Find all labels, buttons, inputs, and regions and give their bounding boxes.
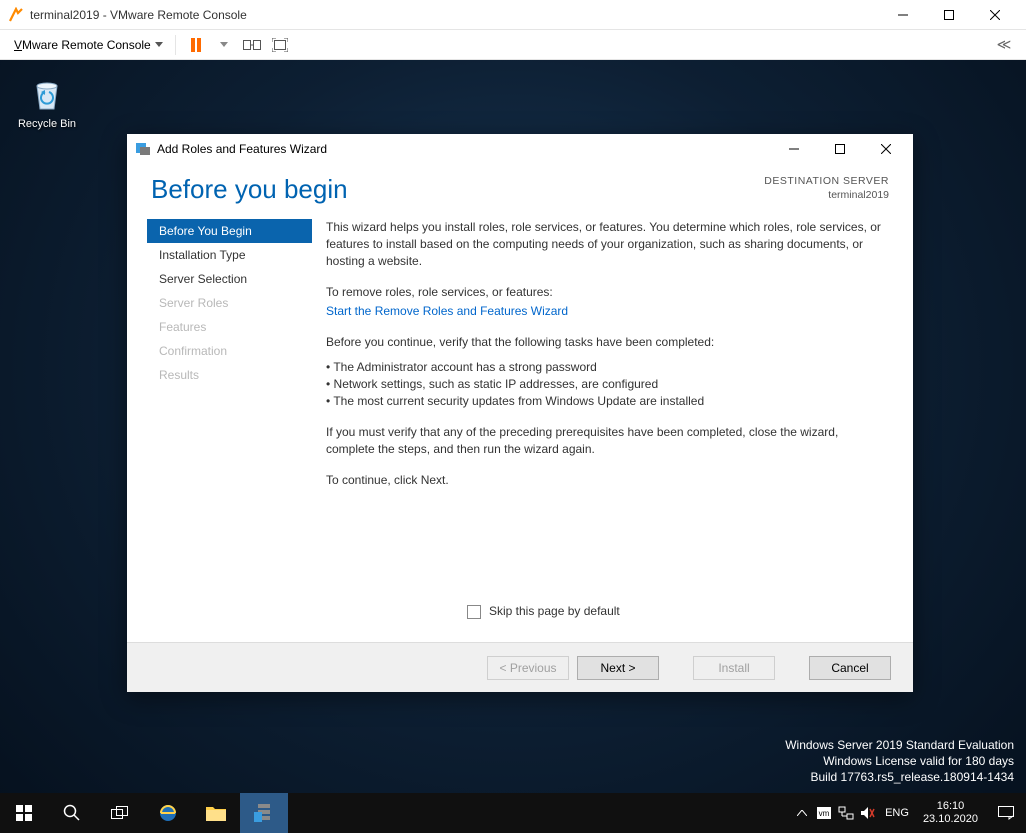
- nav-server-selection[interactable]: Server Selection: [147, 267, 312, 291]
- vmware-toolbar: VMware Remote Console ≪: [0, 30, 1026, 60]
- server-manager-icon: [135, 141, 151, 157]
- pause-vm-button[interactable]: [185, 34, 207, 56]
- taskbar-server-manager[interactable]: [240, 793, 288, 833]
- close-paragraph: If you must verify that any of the prece…: [326, 424, 887, 458]
- window-title: terminal2019 - VMware Remote Console: [30, 8, 880, 22]
- bullet-item: The most current security updates from W…: [326, 393, 887, 410]
- recycle-bin-label: Recycle Bin: [12, 118, 82, 130]
- svg-text:vm: vm: [819, 809, 830, 818]
- watermark-line: Windows License valid for 180 days: [785, 753, 1014, 769]
- watermark-line: Build 17763.rs5_release.180914-1434: [785, 769, 1014, 785]
- skip-row[interactable]: Skip this page by default: [467, 603, 620, 620]
- tray-date: 23.10.2020: [923, 813, 978, 826]
- wizard-minimize-button[interactable]: [771, 134, 817, 164]
- bullet-item: The Administrator account has a strong p…: [326, 359, 887, 376]
- nav-features: Features: [147, 315, 312, 339]
- minimize-button[interactable]: [880, 0, 926, 30]
- desktop-watermark: Windows Server 2019 Standard Evaluation …: [785, 737, 1014, 785]
- start-button[interactable]: [0, 793, 48, 833]
- skip-label: Skip this page by default: [489, 603, 620, 620]
- verify-paragraph: Before you continue, verify that the fol…: [326, 334, 887, 351]
- vmrc-menu[interactable]: VMware Remote Console: [8, 35, 169, 55]
- recycle-bin[interactable]: Recycle Bin: [12, 74, 82, 130]
- wizard-close-button[interactable]: [863, 134, 909, 164]
- nav-confirmation: Confirmation: [147, 339, 312, 363]
- cancel-button[interactable]: Cancel: [809, 656, 891, 680]
- wizard-footer: < Previous Next > Install Cancel: [127, 642, 913, 692]
- wizard-content: This wizard helps you install roles, rol…: [312, 219, 913, 642]
- destination-server-name: terminal2019: [764, 188, 889, 202]
- fullscreen-button[interactable]: [269, 34, 291, 56]
- close-button[interactable]: [972, 0, 1018, 30]
- vmware-app-icon: [8, 7, 24, 23]
- tray-vmtools-icon[interactable]: vm: [813, 793, 835, 833]
- wizard-header: Before you begin DESTINATION SERVER term…: [127, 164, 913, 213]
- tray-clock[interactable]: 16:10 23.10.2020: [915, 800, 986, 826]
- continue-paragraph: To continue, click Next.: [326, 472, 887, 489]
- recycle-bin-icon: [27, 74, 67, 114]
- guest-desktop[interactable]: Recycle Bin Windows Server 2019 Standard…: [0, 60, 1026, 833]
- window-controls: [880, 0, 1018, 30]
- watermark-line: Windows Server 2019 Standard Evaluation: [785, 737, 1014, 753]
- previous-button: < Previous: [487, 656, 569, 680]
- wizard-window: Add Roles and Features Wizard Before you…: [127, 134, 913, 692]
- taskbar: vm ENG 16:10 23.10.2020: [0, 793, 1026, 833]
- tray-language[interactable]: ENG: [879, 807, 915, 819]
- remove-paragraph: To remove roles, role services, or featu…: [326, 284, 887, 301]
- wizard-maximize-button[interactable]: [817, 134, 863, 164]
- intro-paragraph: This wizard helps you install roles, rol…: [326, 219, 887, 270]
- tray-network-icon[interactable]: [835, 793, 857, 833]
- taskbar-explorer[interactable]: [192, 793, 240, 833]
- send-cad-button[interactable]: [241, 34, 263, 56]
- tray-time: 16:10: [923, 800, 978, 813]
- tray-action-center[interactable]: [986, 806, 1026, 820]
- nav-server-roles: Server Roles: [147, 291, 312, 315]
- taskbar-ie[interactable]: [144, 793, 192, 833]
- destination-server-label: DESTINATION SERVER: [764, 174, 889, 188]
- wizard-nav: Before You Begin Installation Type Serve…: [127, 219, 312, 642]
- nav-before-you-begin[interactable]: Before You Begin: [147, 219, 312, 243]
- install-button: Install: [693, 656, 775, 680]
- maximize-button[interactable]: [926, 0, 972, 30]
- pause-dropdown[interactable]: [213, 34, 235, 56]
- vmware-titlebar: terminal2019 - VMware Remote Console: [0, 0, 1026, 30]
- bullet-item: Network settings, such as static IP addr…: [326, 376, 887, 393]
- wizard-titlebar[interactable]: Add Roles and Features Wizard: [127, 134, 913, 164]
- remove-wizard-link[interactable]: Start the Remove Roles and Features Wiza…: [326, 304, 568, 318]
- tray-volume-icon[interactable]: [857, 793, 879, 833]
- wizard-heading: Before you begin: [151, 174, 764, 205]
- wizard-title: Add Roles and Features Wizard: [157, 142, 771, 156]
- task-view-button[interactable]: [96, 793, 144, 833]
- nav-installation-type[interactable]: Installation Type: [147, 243, 312, 267]
- skip-checkbox[interactable]: [467, 605, 481, 619]
- next-button[interactable]: Next >: [577, 656, 659, 680]
- pin-button[interactable]: ≪: [993, 34, 1015, 56]
- tray-up-icon[interactable]: [791, 793, 813, 833]
- search-button[interactable]: [48, 793, 96, 833]
- nav-results: Results: [147, 363, 312, 387]
- system-tray: vm ENG 16:10 23.10.2020: [791, 793, 1026, 833]
